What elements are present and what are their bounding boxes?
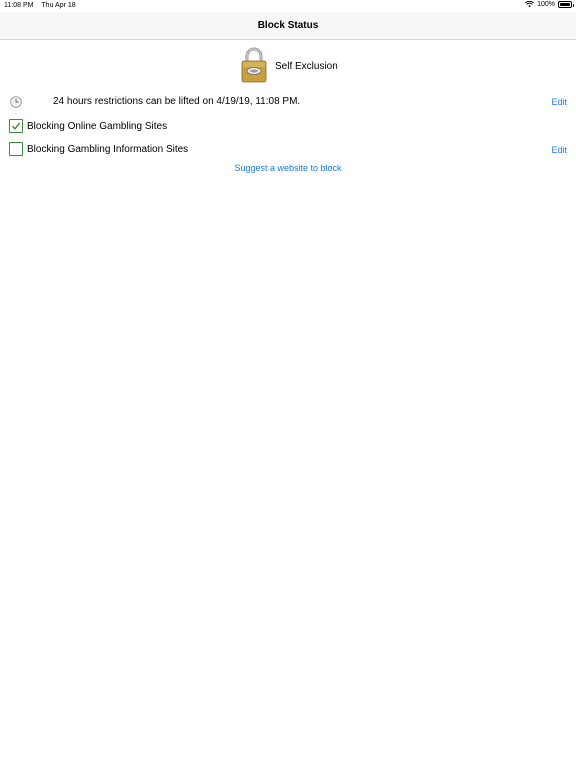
checkmark-icon — [11, 122, 21, 130]
status-bar: 11:08 PM Thu Apr 18 100% — [0, 0, 576, 12]
gambling-information-checkbox[interactable] — [9, 142, 23, 156]
battery-icon — [558, 1, 574, 8]
edit-gambling-information-button[interactable]: Edit — [551, 145, 567, 155]
battery-percent: 100% — [537, 1, 555, 8]
gambling-information-label: Blocking Gambling Information Sites — [27, 144, 189, 155]
edit-restriction-button[interactable]: Edit — [551, 97, 567, 107]
restriction-text: 24 hours restrictions can be lifted on 4… — [53, 96, 301, 107]
online-gambling-label: Blocking Online Gambling Sites — [27, 121, 168, 132]
navigation-bar: Block Status — [0, 12, 576, 40]
status-date: Thu Apr 18 — [41, 2, 76, 9]
wifi-icon — [525, 1, 535, 8]
suggest-website-link[interactable]: Suggest a website to block — [0, 163, 576, 173]
status-time: 11:08 PM — [4, 2, 34, 9]
self-exclusion-title: Self Exclusion — [275, 61, 338, 72]
page-title: Block Status — [257, 20, 319, 31]
online-gambling-checkbox[interactable] — [9, 119, 23, 133]
clock-icon — [10, 96, 22, 108]
self-exclusion-header: Self Exclusion — [0, 46, 576, 86]
lock-icon — [241, 47, 267, 83]
